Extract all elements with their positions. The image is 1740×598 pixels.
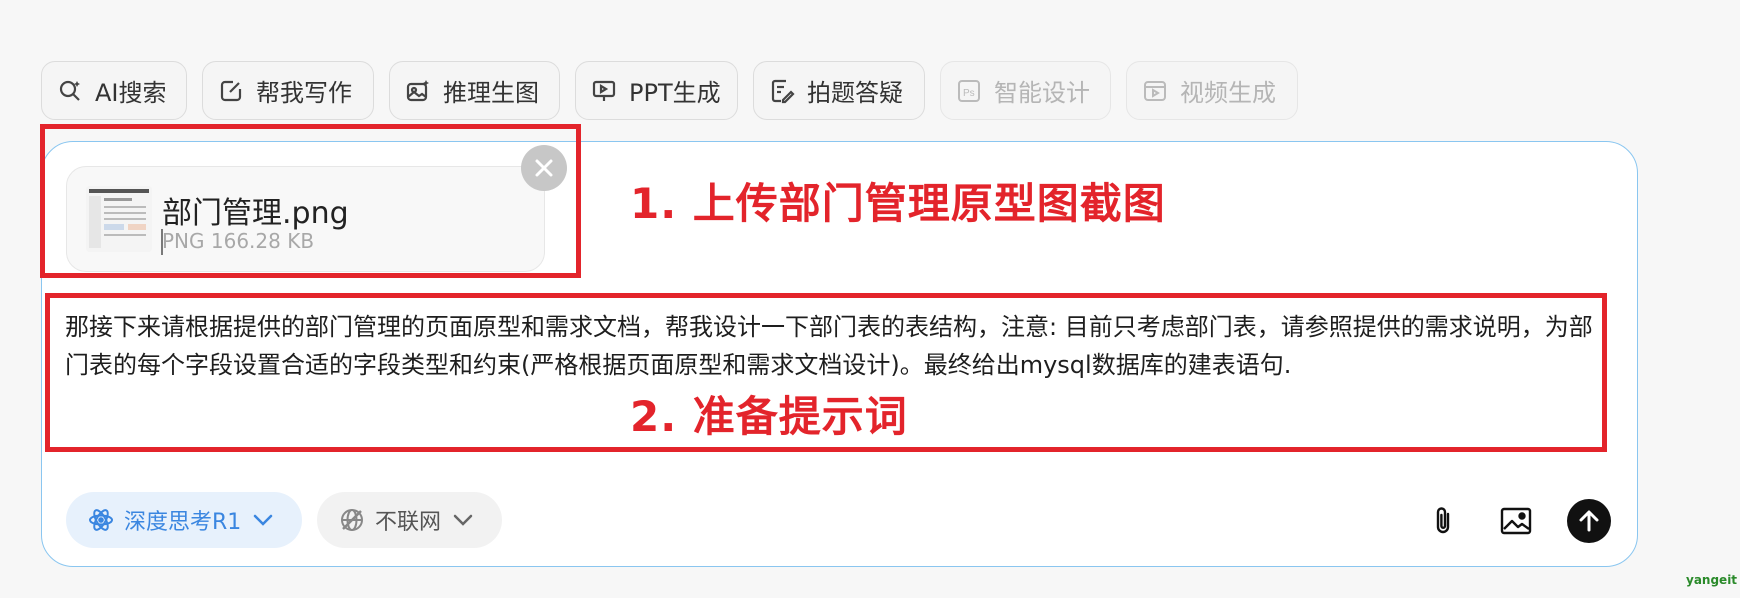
ai-search-label: AI搜索 <box>95 79 167 107</box>
paperclip-icon <box>1436 507 1450 534</box>
atom-icon <box>89 509 113 531</box>
smart-design-label: 智能设计 <box>994 79 1090 107</box>
ai-search-icon <box>59 80 80 101</box>
video-icon <box>1144 80 1166 101</box>
image-icon <box>1500 507 1532 535</box>
chevron-down-icon <box>254 514 273 526</box>
photo-question-button[interactable]: 拍题答疑 <box>753 61 925 120</box>
ai-search-button[interactable]: AI搜索 <box>41 61 187 120</box>
presentation-icon <box>592 80 616 101</box>
web-search-label: 不联网 <box>375 510 442 535</box>
globe-off-icon <box>341 509 363 531</box>
image-gen-label: 推理生图 <box>443 79 539 107</box>
send-button[interactable] <box>1567 499 1611 543</box>
ppt-button[interactable]: PPT生成 <box>575 61 738 120</box>
ps-design-icon: Ps <box>958 79 980 102</box>
svg-text:Ps: Ps <box>963 88 975 99</box>
annotation-step1: 1. 上传部门管理原型图截图 <box>630 179 1166 228</box>
deep-think-toggle[interactable]: 深度思考R1 <box>66 492 302 548</box>
annotation-step2: 2. 准备提示词 <box>630 392 908 441</box>
attach-file-button[interactable] <box>1421 499 1465 543</box>
image-gen-icon <box>406 79 429 101</box>
photo-question-label: 拍题答疑 <box>807 79 903 107</box>
edit-icon <box>220 80 242 101</box>
image-gen-button[interactable]: 推理生图 <box>389 61 560 120</box>
video-gen-label: 视频生成 <box>1180 79 1276 107</box>
ppt-label: PPT生成 <box>629 79 721 107</box>
write-button[interactable]: 帮我写作 <box>202 61 374 120</box>
annotation-box-attachment <box>40 124 581 278</box>
chevron-down-icon <box>453 514 473 526</box>
video-gen-button[interactable]: 视频生成 <box>1126 61 1298 120</box>
write-label: 帮我写作 <box>256 79 352 107</box>
upload-image-button[interactable] <box>1494 499 1538 543</box>
feature-toolbar: AI搜索 帮我写作 推理生图 PPT生成 拍题答疑 Ps 智能设计 视频生成 <box>41 61 1298 122</box>
arrow-up-icon <box>1579 510 1599 532</box>
question-photo-icon <box>771 79 795 103</box>
watermark: yangeit <box>1686 573 1738 587</box>
deep-think-label: 深度思考R1 <box>124 510 242 535</box>
smart-design-button[interactable]: Ps 智能设计 <box>940 61 1111 120</box>
web-search-toggle[interactable]: 不联网 <box>317 492 502 548</box>
